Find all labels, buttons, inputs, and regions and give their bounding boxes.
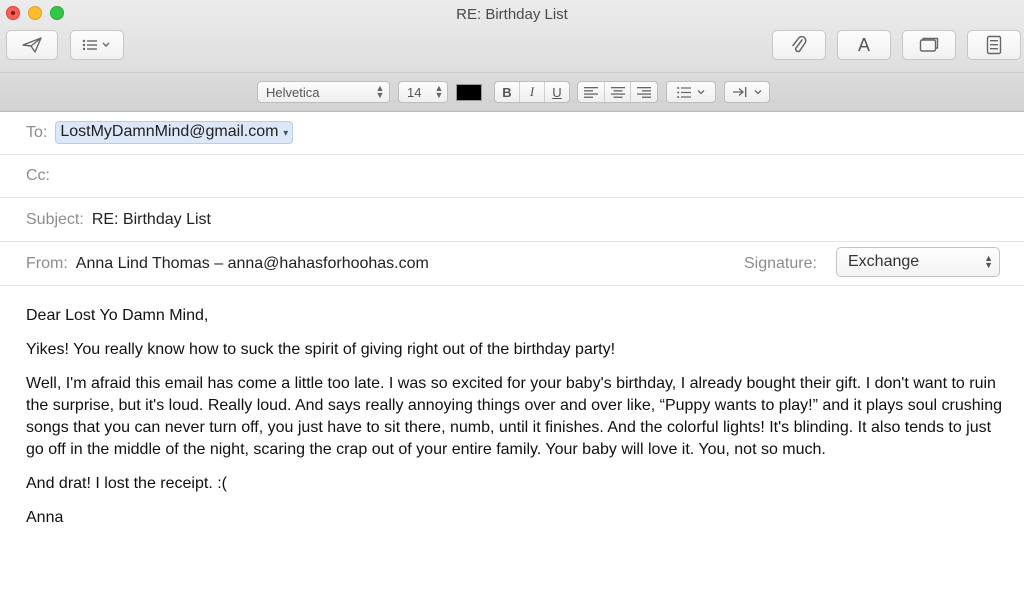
body-paragraph: Anna [26,509,64,526]
mail-compose-window: RE: Birthday List A Helvetica ▲ ▼ 14 ▲ ▼… [0,0,1024,600]
list-style-select[interactable] [666,81,716,103]
font-size-value: 14 [407,84,422,100]
align-right-button[interactable] [631,82,657,102]
font-family-select[interactable]: Helvetica ▲ ▼ [257,81,390,103]
title-toolbar: RE: Birthday List A [0,0,1024,72]
bold-button[interactable]: B [495,82,520,102]
align-left-button[interactable] [578,82,605,102]
chevron-down-icon [697,90,705,95]
paper-plane-icon [22,37,42,53]
align-right-icon [637,86,652,98]
photo-browser-icon [919,37,939,53]
subject-value: RE: Birthday List [91,210,211,228]
attach-button[interactable] [772,30,826,60]
updown-arrows-icon: ▲ ▼ [375,83,385,100]
updown-arrows-icon: ▲ ▼ [434,83,444,100]
chevron-down-icon [754,90,762,95]
body-paragraph: Yikes! You really know how to suck the s… [26,341,616,358]
indent-icon [733,87,747,97]
recipient-address: LostMyDamnMind@gmail.com [60,123,279,140]
signature-label: Signature: [744,254,817,272]
text-style-group: B I U [494,81,570,103]
updown-arrows-icon: ▲ ▼ [984,253,993,270]
subject-field[interactable]: Subject: RE: Birthday List [0,198,1024,242]
list-dropdown-icon [82,39,112,51]
font-family-value: Helvetica [266,84,320,100]
from-field: From: Anna Lind Thomas – anna@hahasforho… [0,242,1024,286]
underline-button[interactable]: U [545,82,569,102]
indent-select[interactable] [724,81,770,103]
format-bar: Helvetica ▲ ▼ 14 ▲ ▼ B I U [0,72,1024,112]
fonts-button[interactable]: A [837,30,891,60]
header-fields-button[interactable] [70,30,124,60]
align-center-icon [610,86,625,98]
message-body[interactable]: Dear Lost Yo Damn Mind, Yikes! You reall… [26,305,1006,541]
to-label: To: [26,123,48,141]
signature-select[interactable]: Exchange ▲ ▼ [836,247,1000,277]
body-paragraph: And drat! I lost the receipt. :( [26,475,227,492]
subject-label: Subject: [26,210,84,228]
body-paragraph: Dear Lost Yo Damn Mind, [26,307,209,324]
align-left-icon [583,86,598,98]
cc-label: Cc: [26,167,50,184]
from-select[interactable]: Anna Lind Thomas – anna@hahasforhoohas.c… [76,255,429,273]
fonts-label: A [857,34,870,55]
bullet-list-icon [677,86,691,98]
send-button[interactable] [6,30,58,60]
recipient-token[interactable]: LostMyDamnMind@gmail.com ▾ [55,121,294,144]
body-paragraph: Well, I'm afraid this email has come a l… [26,375,1003,458]
italic-button[interactable]: I [520,82,545,102]
to-field[interactable]: To: LostMyDamnMind@gmail.com ▾ [0,111,1024,155]
window-title: RE: Birthday List [456,6,568,23]
chevron-down-icon: ▾ [280,128,289,139]
font-size-select[interactable]: 14 ▲ ▼ [398,81,448,103]
paperclip-icon [791,35,807,55]
from-label: From: [26,254,68,272]
signature-value: Exchange [848,253,920,270]
alignment-group [577,81,658,103]
cc-field[interactable]: Cc: [0,155,1024,198]
format-panel-button[interactable] [967,30,1021,60]
photo-browser-button[interactable] [902,30,956,60]
text-color-swatch[interactable] [456,84,482,101]
format-panel-icon [986,35,1002,55]
align-center-button[interactable] [605,82,632,102]
